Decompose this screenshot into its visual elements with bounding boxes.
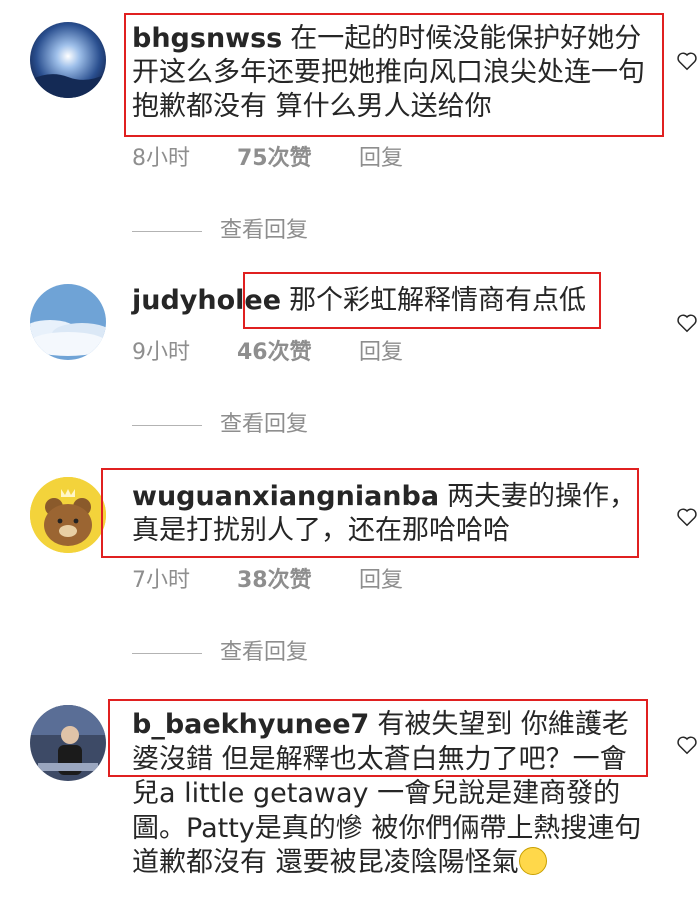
view-replies-button[interactable]: 查看回复 <box>132 634 309 665</box>
comment-time: 9小时 <box>132 340 190 365</box>
slightly-smiling-face-emoji <box>518 847 547 875</box>
comment-likes[interactable]: 75次赞 <box>237 140 359 172</box>
avatar[interactable] <box>30 477 106 553</box>
heart-icon[interactable] <box>676 734 698 756</box>
heart-icon[interactable] <box>676 506 698 528</box>
view-replies-label: 查看回复 <box>220 640 309 665</box>
view-replies-button[interactable]: 查看回复 <box>132 406 309 437</box>
heart-icon[interactable] <box>676 312 698 334</box>
reply-button[interactable]: 回复 <box>359 140 403 172</box>
view-replies-label: 查看回复 <box>220 412 309 437</box>
comment-meta: 8小时 75次赞 回复 <box>132 140 403 172</box>
annotation-box <box>243 272 601 329</box>
comment-time: 7小时 <box>132 568 190 593</box>
annotation-box <box>101 468 639 558</box>
avatar[interactable] <box>30 705 106 781</box>
reply-button[interactable]: 回复 <box>359 562 403 594</box>
view-replies-label: 查看回复 <box>220 218 309 243</box>
comment-likes[interactable]: 38次赞 <box>237 562 359 594</box>
annotation-box <box>108 699 648 777</box>
comment-time: 8小时 <box>132 146 190 171</box>
comment-likes[interactable]: 46次赞 <box>237 334 359 366</box>
divider-line <box>132 424 202 426</box>
heart-icon[interactable] <box>676 50 698 72</box>
avatar[interactable] <box>30 22 106 98</box>
annotation-box <box>124 13 664 137</box>
divider-line <box>132 652 202 654</box>
reply-button[interactable]: 回复 <box>359 334 403 366</box>
avatar[interactable] <box>30 284 106 360</box>
view-replies-button[interactable]: 查看回复 <box>132 212 309 243</box>
comment-meta: 9小时 46次赞 回复 <box>132 334 403 366</box>
divider-line <box>132 230 202 232</box>
comment-meta: 7小时 38次赞 回复 <box>132 562 403 594</box>
